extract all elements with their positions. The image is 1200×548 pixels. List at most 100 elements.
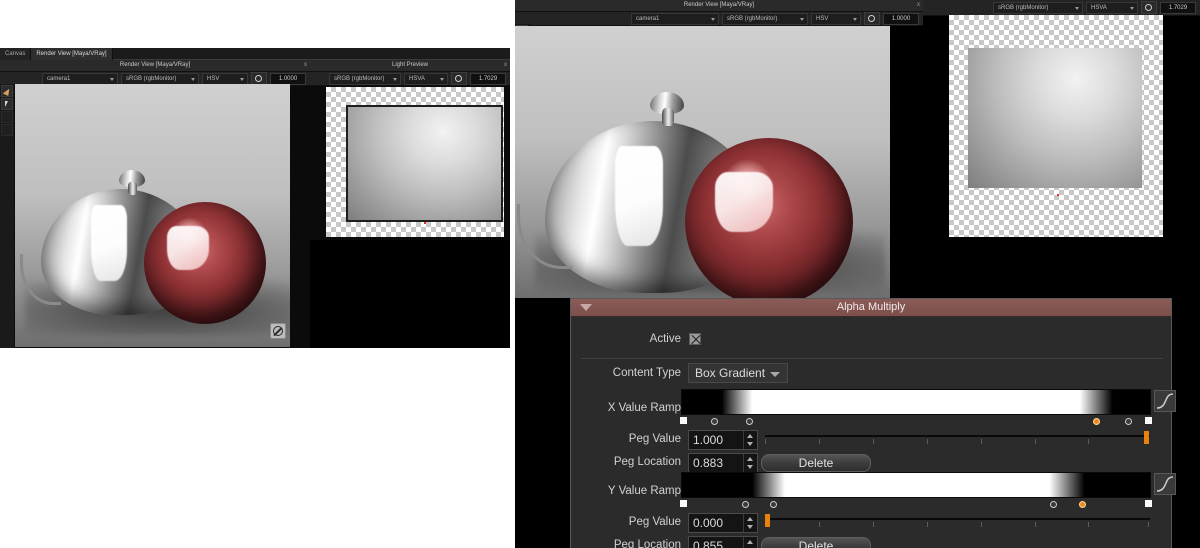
back-render-panel-close-icon[interactable]: x — [304, 60, 307, 71]
x-peg-4[interactable] — [1124, 417, 1132, 425]
active-checkbox[interactable] — [689, 333, 701, 345]
front-light-preview-checker[interactable] — [949, 15, 1163, 237]
x-peg-location-input[interactable]: 0.883 — [688, 453, 758, 473]
back-light-preview-card — [346, 105, 503, 222]
front-render-panel-title-text: Render View [Maya/VRay] — [683, 2, 755, 8]
alpha-multiply-body: Active Content Type Box Gradient X Value… — [571, 317, 1176, 548]
x-peg-value-input[interactable]: 1.000 — [688, 430, 758, 450]
red-ball — [144, 202, 266, 324]
front-teapot-spout — [517, 204, 572, 269]
alpha-multiply-panel[interactable]: Alpha Multiply Active Content Type Box G… — [570, 298, 1176, 548]
front-exposure-gear-icon[interactable] — [864, 12, 880, 25]
x-peg-2[interactable] — [745, 417, 753, 425]
back-light-panel: Light Preview x sRGB (rgbMonitor) HSVA 1… — [310, 60, 510, 348]
back-exposure-value[interactable]: 1.0000 — [270, 72, 306, 85]
y-peg-value-up-icon — [747, 517, 753, 521]
front-exposure-value[interactable]: 1.0000 — [883, 12, 919, 25]
x-curve-editor-icon[interactable] — [1154, 390, 1176, 412]
x-value-ramp-widget[interactable] — [678, 389, 1154, 426]
back-render-panel-title: Render View [Maya/VRay] x — [0, 60, 310, 72]
back-colorspace-select[interactable]: sRGB (rgbMonitor) — [121, 72, 199, 85]
tab-render-view[interactable]: Render View [Maya/VRay] — [31, 48, 113, 60]
pen-tool-icon[interactable] — [1, 85, 13, 97]
no-entry-icon[interactable] — [270, 323, 286, 339]
select-tool-icon[interactable] — [1, 98, 13, 110]
x-peg-square-end[interactable] — [1144, 416, 1154, 425]
x-ramp-gradient[interactable] — [681, 389, 1151, 415]
x-ramp-pegs[interactable] — [678, 415, 1154, 426]
back-light-panel-close-icon[interactable]: x — [504, 60, 507, 71]
y-delete-button[interactable]: Delete — [761, 537, 871, 548]
back-render-image[interactable] — [15, 84, 290, 347]
y-ramp-label-wrap: Y Value Ramp — [571, 485, 681, 497]
back-channel-select[interactable]: HSV — [202, 72, 248, 85]
back-camera-select[interactable]: camera1 — [42, 72, 118, 85]
front-render-window[interactable]: Render View [Maya/VRay] x camera1 sRGB (… — [515, 0, 1200, 548]
front-light-colorspace-select[interactable]: sRGB (rgbMonitor) — [993, 1, 1083, 14]
y-value-ramp-widget[interactable] — [678, 472, 1154, 509]
chevron-down-icon — [770, 372, 780, 377]
back-light-exposure-value[interactable]: 1.7029 — [470, 72, 506, 85]
y-ramp-gradient[interactable] — [681, 472, 1151, 498]
y-ramp-pegs[interactable] — [678, 498, 1154, 509]
x-value-ramp-label: X Value Ramp — [607, 402, 681, 414]
tool-slot-empty-2[interactable] — [1, 124, 13, 136]
y-peg-value-slider-thumb[interactable] — [764, 514, 770, 527]
y-peg-2[interactable] — [769, 500, 777, 508]
y-peg-value-down-icon — [747, 525, 753, 529]
tabbar-filler — [112, 48, 510, 60]
x-peg-location-text: 0.883 — [693, 456, 724, 470]
x-peg-location-label-wrap: Peg Location — [571, 456, 681, 468]
front-light-channel-select[interactable]: HSVA — [1086, 1, 1138, 14]
triangle-down-icon[interactable] — [580, 304, 592, 311]
x-peg-value-label: Peg Value — [628, 433, 681, 445]
y-peg-value-slider[interactable] — [764, 513, 1150, 533]
red-ball-highlight — [167, 226, 209, 270]
back-toolstrip[interactable] — [0, 84, 15, 348]
x-peg-value-slider[interactable] — [765, 430, 1150, 450]
front-light-exposure-gear-icon[interactable] — [1141, 1, 1157, 14]
front-render-panel-controls[interactable]: camera1 sRGB (rgbMonitor) HSV 1.0000 — [515, 12, 923, 26]
y-peg-location-label: Peg Location — [613, 539, 681, 548]
y-curve-editor-icon[interactable] — [1154, 473, 1176, 495]
content-type-select[interactable]: Box Gradient — [688, 363, 788, 383]
back-render-panel-title-text: Render View [Maya/VRay] — [119, 62, 191, 68]
teapot-highlight — [91, 205, 127, 281]
back-light-panel-title: Light Preview x — [310, 60, 510, 72]
y-peg-location-label-wrap: Peg Location — [571, 539, 681, 548]
front-red-ball-highlight — [715, 172, 773, 232]
front-camera-select[interactable]: camera1 — [631, 12, 719, 25]
x-peg-square-start[interactable] — [678, 416, 688, 425]
front-channel-select[interactable]: HSV — [811, 12, 861, 25]
x-peg-selected[interactable] — [1092, 417, 1100, 425]
back-render-window[interactable]: Canvas Render View [Maya/VRay] Render Vi… — [0, 48, 510, 348]
x-peg-value-slider-thumb[interactable] — [1143, 431, 1149, 444]
back-light-panel-controls[interactable]: sRGB (rgbMonitor) HSVA 1.7029 — [310, 72, 510, 86]
alpha-multiply-titlebar[interactable]: Alpha Multiply — [571, 299, 1171, 317]
front-light-exposure-value[interactable]: 1.7029 — [1160, 1, 1196, 14]
x-delete-button[interactable]: Delete — [761, 454, 871, 472]
tool-slot-empty-1[interactable] — [1, 111, 13, 123]
x-peg-1[interactable] — [711, 417, 719, 425]
front-render-panel-close-icon[interactable]: x — [917, 0, 920, 11]
back-render-panel: Render View [Maya/VRay] x camera1 sRGB (… — [0, 60, 310, 348]
panel-divider — [581, 358, 1163, 359]
back-light-colorspace-select[interactable]: sRGB (rgbMonitor) — [329, 72, 401, 85]
y-peg-value-input[interactable]: 0.000 — [688, 513, 758, 533]
y-peg-selected[interactable] — [1079, 500, 1087, 508]
back-light-channel-select[interactable]: HSVA — [404, 72, 448, 85]
front-colorspace-select[interactable]: sRGB (rgbMonitor) — [722, 12, 808, 25]
y-peg-location-input[interactable]: 0.855 — [688, 536, 758, 548]
y-peg-square-start[interactable] — [678, 499, 688, 508]
x-peg-value-label-wrap: Peg Value — [571, 433, 681, 445]
front-light-panel-controls[interactable]: sRGB (rgbMonitor) HSVA 1.7029 — [923, 0, 1200, 16]
back-light-preview-checker[interactable] — [326, 87, 504, 237]
y-peg-1[interactable] — [741, 500, 749, 508]
y-peg-3[interactable] — [1049, 500, 1057, 508]
front-render-image[interactable] — [515, 26, 890, 298]
content-type-label: Content Type — [612, 367, 681, 379]
x-peg-location-up-icon — [747, 457, 753, 461]
y-peg-square-end[interactable] — [1144, 499, 1154, 508]
tab-canvas[interactable]: Canvas — [0, 48, 32, 60]
back-light-exposure-gear-icon[interactable] — [451, 72, 467, 85]
